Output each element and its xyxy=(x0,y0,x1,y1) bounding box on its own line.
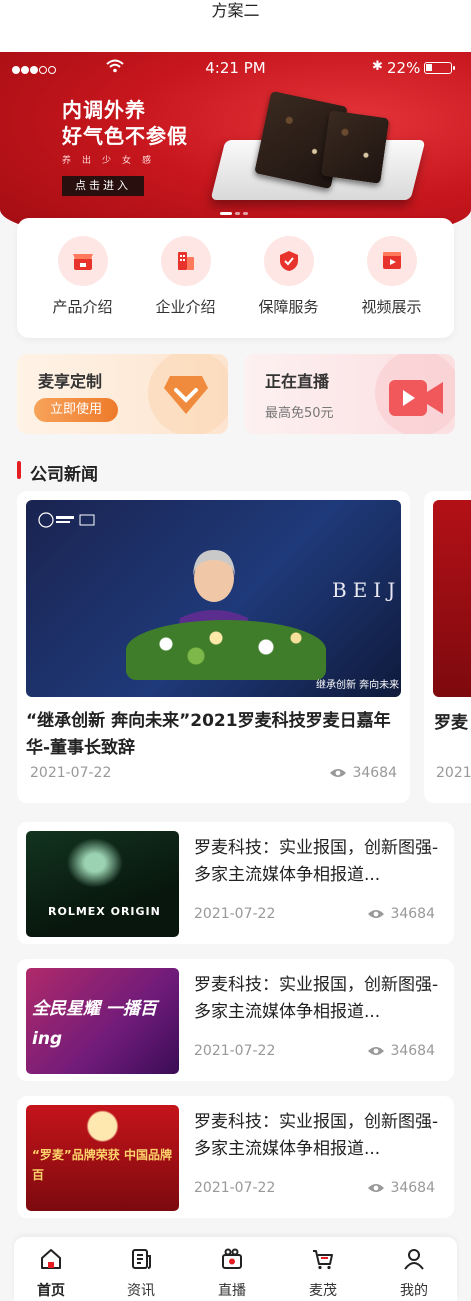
tab-profile[interactable]: 我的 xyxy=(384,1247,444,1300)
thumbnail-text: 全民星耀 一播百ing xyxy=(32,999,157,1049)
tab-shop[interactable]: 麦茂 xyxy=(293,1247,353,1300)
bluetooth-icon: ✱ xyxy=(372,59,383,74)
eye-icon xyxy=(368,1184,385,1192)
news-views: 34684 xyxy=(367,1043,435,1059)
quick-item-products[interactable]: 产品介绍 xyxy=(31,236,134,317)
news-icon xyxy=(132,1249,151,1269)
next-featured-title: 罗麦 xyxy=(434,713,468,733)
banner-title-line2: 好气色不参假 xyxy=(62,124,188,148)
cart-icon xyxy=(313,1250,333,1270)
news-title: 罗麦科技：实业报国，创新图强-多家主流媒体争相报道... xyxy=(194,838,439,885)
news-date: 2021-07-22 xyxy=(194,1043,276,1059)
promo-live-card[interactable]: 正在直播 最高免50元 xyxy=(244,354,455,434)
event-logo xyxy=(38,510,98,532)
news-title: 罗麦科技：实业报国，创新图强-多家主流媒体争相报道... xyxy=(194,975,439,1022)
tab-label: 首页 xyxy=(37,1283,65,1299)
tab-label: 麦茂 xyxy=(309,1283,337,1299)
bottom-tab-bar: 首页 资讯 直播 麦茂 我的 xyxy=(14,1237,457,1301)
carousel-dot[interactable] xyxy=(220,212,232,215)
eye-icon xyxy=(330,769,347,777)
building-icon xyxy=(160,236,211,286)
view-count: 34684 xyxy=(390,906,435,922)
eye-icon xyxy=(368,910,385,918)
tab-label: 资讯 xyxy=(127,1283,155,1299)
quick-item-company[interactable]: 企业介绍 xyxy=(134,236,237,317)
use-now-button[interactable]: 立即使用 xyxy=(34,398,118,422)
tab-label: 我的 xyxy=(400,1283,428,1299)
status-bar: 4:21 PM ✱ 22% xyxy=(0,58,471,78)
news-thumbnail: 全民星耀 一播百ing xyxy=(26,968,179,1074)
camera-icon xyxy=(389,380,443,416)
list-item[interactable]: ROLMEX ORIGIN 罗麦科技：实业报国，创新图强-多家主流媒体争相报道.… xyxy=(17,822,454,944)
podium-flowers xyxy=(126,620,326,680)
view-count: 34684 xyxy=(352,765,397,781)
banner-subtitle: 养出少女感 xyxy=(62,156,163,166)
featured-news-date: 2021-07-22 xyxy=(30,765,112,781)
promo-live-subtitle: 最高免50元 xyxy=(265,406,334,421)
thumbnail-text: “罗麦”品牌荣获 中国品牌百 xyxy=(32,1148,172,1182)
store-icon xyxy=(57,236,108,286)
news-title: 罗麦科技：实业报国，创新图强-多家主流媒体争相报道... xyxy=(194,1112,439,1159)
banner-title-line1: 内调外养 xyxy=(62,98,146,122)
quick-menu: 产品介绍 企业介绍 保障服务 视频展示 xyxy=(17,218,454,338)
promo-custom-card[interactable]: 麦享定制 立即使用 xyxy=(17,354,228,434)
user-icon xyxy=(404,1249,424,1270)
news-views: 34684 xyxy=(367,1180,435,1196)
next-featured-date: 2021 xyxy=(436,765,471,781)
featured-news-image: BEIJ 继承创新 奔向未来 xyxy=(26,500,401,697)
video-icon xyxy=(366,236,417,286)
quick-item-label: 产品介绍 xyxy=(52,298,113,316)
voucher-icon xyxy=(164,376,208,414)
next-featured-card[interactable]: 罗麦 2021 xyxy=(424,491,471,803)
tab-label: 直播 xyxy=(218,1283,246,1299)
section-accent-bar xyxy=(17,461,21,479)
design-caption: 方案二 xyxy=(0,0,471,52)
section-title: 公司新闻 xyxy=(30,465,98,485)
next-featured-image xyxy=(433,500,471,697)
backdrop-text: BEIJ xyxy=(332,578,401,602)
quick-item-label: 视频展示 xyxy=(361,298,422,316)
shield-icon xyxy=(263,236,314,286)
list-item[interactable]: 全民星耀 一播百ing 罗麦科技：实业报国，创新图强-多家主流媒体争相报道...… xyxy=(17,959,454,1081)
quick-item-label: 保障服务 xyxy=(258,298,319,316)
tab-home[interactable]: 首页 xyxy=(21,1247,81,1300)
news-thumbnail: ROLMEX ORIGIN xyxy=(26,831,179,937)
news-date: 2021-07-22 xyxy=(194,1180,276,1196)
battery-icon xyxy=(424,62,455,74)
view-count: 34684 xyxy=(390,1043,435,1059)
news-views: 34684 xyxy=(367,906,435,922)
featured-news-title: “继承创新 奔向未来”2021罗麦科技罗麦日嘉年华-董事长致辞 xyxy=(26,711,391,758)
home-icon xyxy=(41,1249,61,1269)
image-caption: 继承创新 奔向未来 xyxy=(316,680,400,691)
thumbnail-text: ROLMEX ORIGIN xyxy=(48,905,161,918)
live-camera-icon xyxy=(222,1248,242,1269)
promo-custom-title: 麦享定制 xyxy=(38,372,103,391)
quick-item-video[interactable]: 视频展示 xyxy=(340,236,443,317)
carousel-dot[interactable] xyxy=(243,212,248,215)
promo-live-title: 正在直播 xyxy=(265,372,330,391)
quick-item-label: 企业介绍 xyxy=(155,298,216,316)
news-date: 2021-07-22 xyxy=(194,906,276,922)
view-count: 34684 xyxy=(390,1180,435,1196)
phone-screen: 4:21 PM ✱ 22% 内调外养 好气色不参假 养出少女感 点击进入 产品介… xyxy=(0,52,471,1301)
tab-news[interactable]: 资讯 xyxy=(111,1247,171,1300)
carousel-dot[interactable] xyxy=(235,212,240,215)
product-cake-image xyxy=(320,110,390,184)
banner-cta-button[interactable]: 点击进入 xyxy=(62,176,144,196)
list-item[interactable]: “罗麦”品牌荣获 中国品牌百 罗麦科技：实业报国，创新图强-多家主流媒体争相报道… xyxy=(17,1096,454,1218)
tab-live[interactable]: 直播 xyxy=(202,1247,262,1300)
eye-icon xyxy=(368,1047,385,1055)
featured-news-views: 34684 xyxy=(329,765,397,781)
news-thumbnail: “罗麦”品牌荣获 中国品牌百 xyxy=(26,1105,179,1211)
quick-item-service[interactable]: 保障服务 xyxy=(237,236,340,317)
battery-percent: 22% xyxy=(387,59,421,77)
featured-news-card[interactable]: BEIJ 继承创新 奔向未来 “继承创新 奔向未来”2021罗麦科技罗麦日嘉年华… xyxy=(17,491,410,803)
